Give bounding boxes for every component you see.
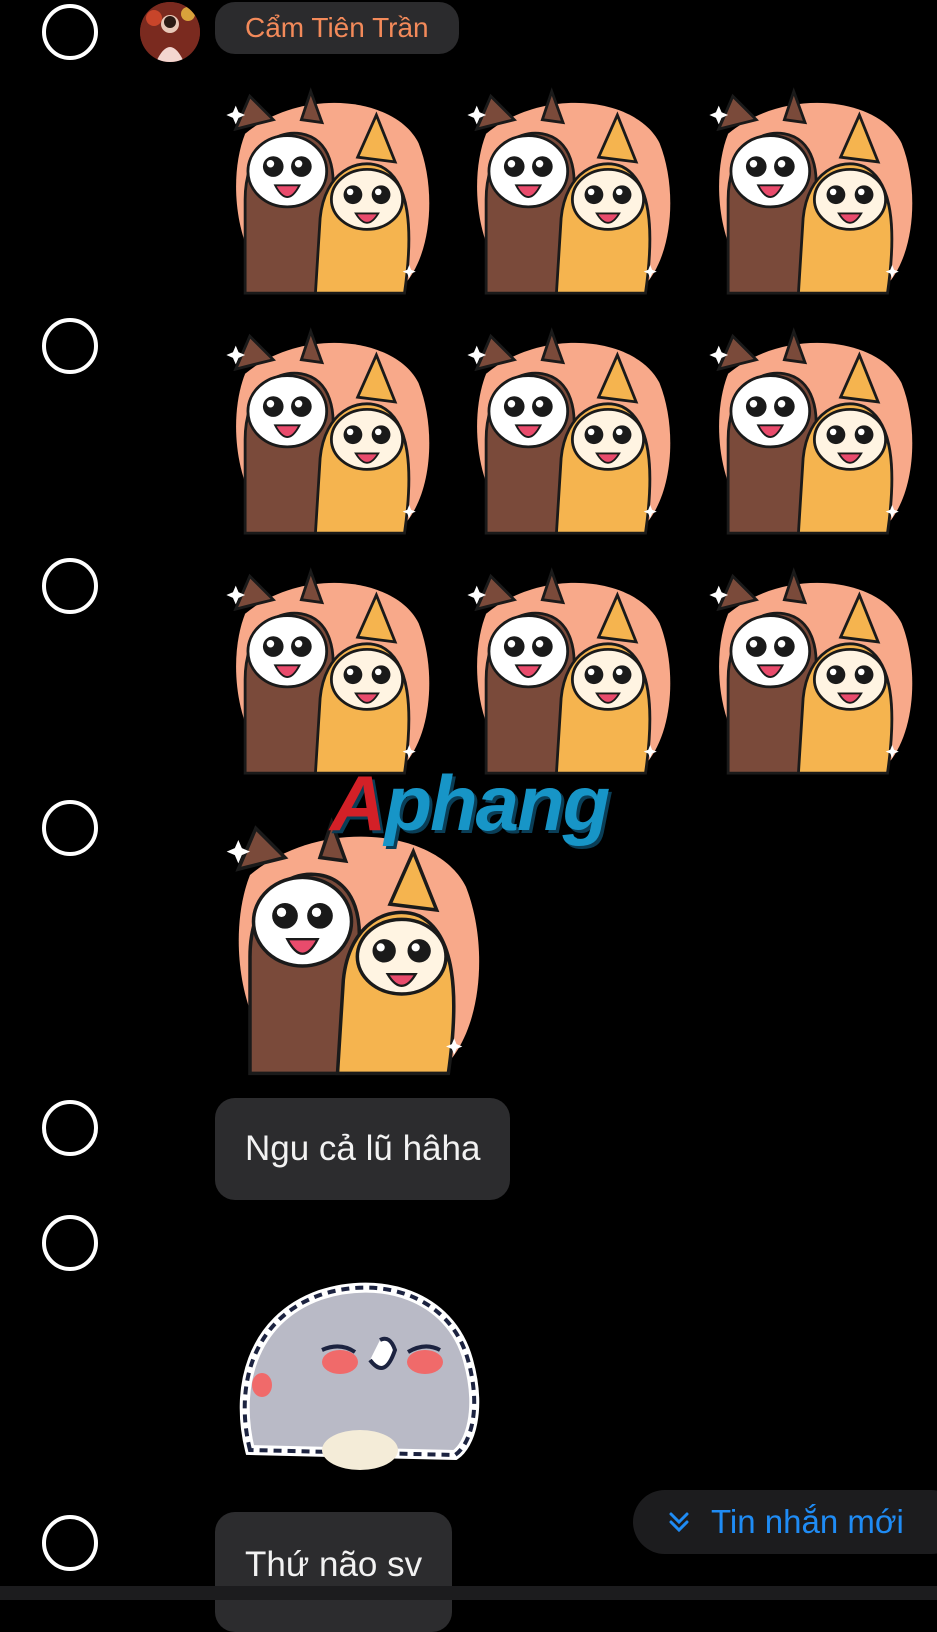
select-circle[interactable]	[42, 4, 98, 60]
select-circle[interactable]	[42, 1100, 98, 1156]
new-messages-button[interactable]: Tin nhắn mới	[633, 1490, 937, 1554]
input-bar-edge	[0, 1586, 937, 1600]
fox-sticker[interactable]	[458, 315, 683, 545]
new-messages-label: Tin nhắn mới	[711, 1503, 904, 1540]
message-bubble[interactable]: Thứ não sv	[215, 1512, 453, 1632]
fox-sticker[interactable]	[458, 555, 683, 785]
sender-name: Cẩm Tiên Trần	[215, 2, 459, 54]
fox-sticker[interactable]	[217, 75, 442, 305]
watermark: Aphang	[330, 759, 610, 847]
select-circle[interactable]	[42, 800, 98, 856]
select-circle[interactable]	[42, 1215, 98, 1271]
select-circle[interactable]	[42, 558, 98, 614]
select-circle[interactable]	[42, 1515, 98, 1571]
fox-sticker[interactable]	[217, 555, 442, 785]
select-circle[interactable]	[42, 318, 98, 374]
message-bubble[interactable]: Ngu cả lũ hâha	[215, 1098, 511, 1200]
avatar[interactable]	[140, 2, 200, 62]
fox-sticker[interactable]	[700, 75, 925, 305]
fox-sticker[interactable]	[700, 555, 925, 785]
hamster-sticker[interactable]	[230, 1280, 490, 1475]
fox-sticker[interactable]	[217, 315, 442, 545]
fox-sticker[interactable]	[458, 75, 683, 305]
fox-sticker[interactable]	[700, 315, 925, 545]
double-chevron-down-icon	[669, 1512, 689, 1533]
